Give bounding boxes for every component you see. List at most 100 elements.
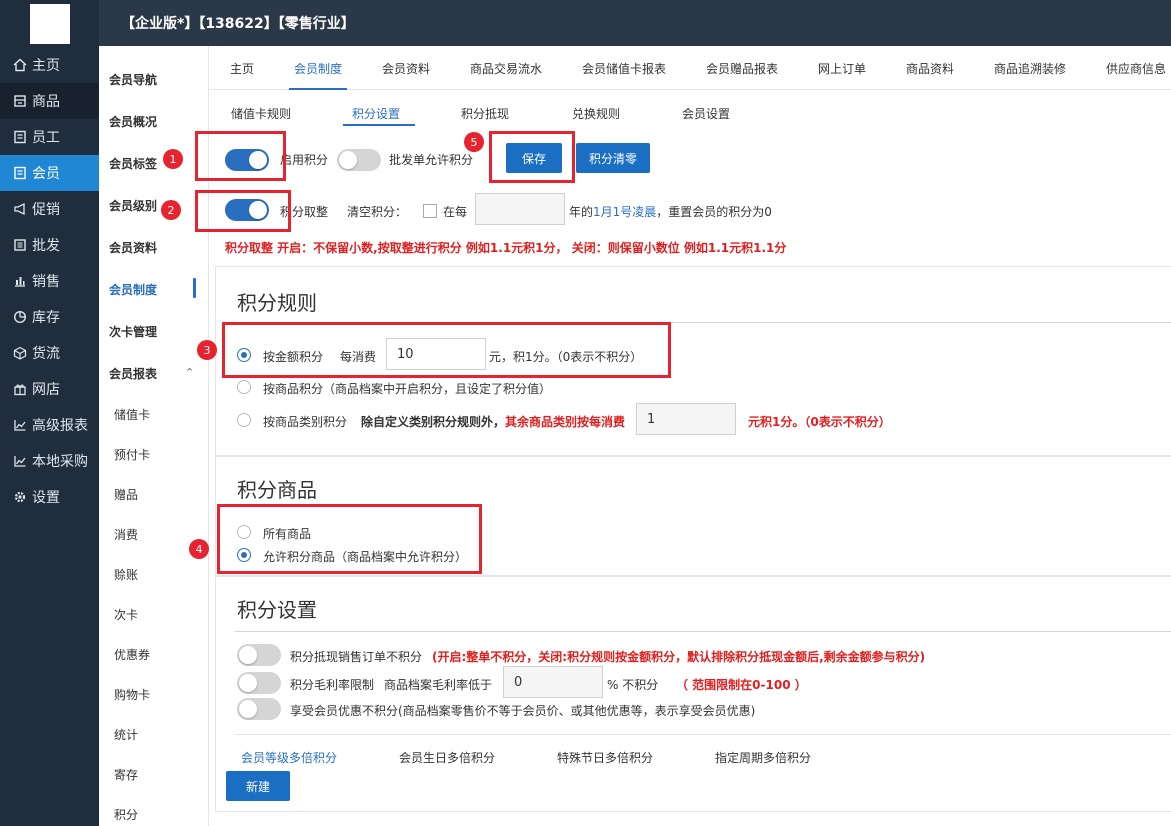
subnav-item-member-reports[interactable]: 会员报表 [109, 365, 157, 382]
tab-supplier-info[interactable]: 供应商信息 [1106, 60, 1166, 77]
tab-member-profile[interactable]: 会员资料 [382, 60, 430, 77]
margin-threshold-input[interactable]: 0 [503, 666, 603, 698]
logo [30, 4, 70, 44]
member-discount-no-points-toggle[interactable] [237, 698, 281, 720]
annotation-box-3 [222, 322, 671, 378]
subnav-item-member-tags[interactable]: 会员标签 [109, 155, 157, 172]
nav-label: 高级报表 [32, 418, 88, 434]
tab-stored-card-rules[interactable]: 储值卡规则 [231, 105, 291, 122]
wholesale-points-toggle[interactable] [337, 149, 381, 171]
report-item-points[interactable]: 积分 [114, 806, 138, 823]
by-goods-radio[interactable] [237, 380, 251, 394]
subnav-item-member-levels[interactable]: 会员级别 [109, 197, 157, 214]
nav-item-home[interactable]: 主页 [0, 47, 99, 83]
active-indicator [193, 278, 196, 298]
margin-limit-toggle[interactable] [237, 672, 281, 694]
report-item-shopping-card[interactable]: 购物卡 [114, 686, 150, 703]
report-item-gifts[interactable]: 赠品 [114, 486, 138, 503]
annotation-badge-3: 3 [197, 340, 217, 360]
gift-icon [12, 381, 28, 397]
tab-birthday-multiplier[interactable]: 会员生日多倍积分 [399, 749, 495, 766]
tab-points-cash[interactable]: 积分抵现 [461, 105, 509, 122]
report-item-punch-card[interactable]: 次卡 [114, 606, 138, 623]
member-discount-label: 享受会员优惠不积分(商品档案零售价不等于会员价、或其他优惠等，表示享受会员优惠) [290, 704, 756, 718]
new-button[interactable]: 新建 [226, 771, 290, 801]
report-item-deposit[interactable]: 寄存 [114, 766, 138, 783]
points-goods-title: 积分商品 [237, 478, 317, 502]
nav-item-promotion[interactable]: 促销 [0, 191, 99, 227]
report-item-consumption[interactable]: 消费 [114, 526, 138, 543]
points-rules-title: 积分规则 [237, 291, 317, 315]
chevron-up-icon[interactable]: ⌃ [185, 366, 194, 379]
points-config-title: 积分设置 [237, 598, 317, 622]
cash-order-no-points-toggle[interactable] [237, 644, 281, 666]
nav-item-inventory[interactable]: 库存 [0, 299, 99, 335]
annotation-badge-1: 1 [163, 149, 183, 169]
nav-label: 本地采购 [32, 454, 88, 470]
home-icon [12, 57, 28, 73]
tab-member-policy[interactable]: 会员制度 [294, 60, 342, 77]
report-item-stored-card[interactable]: 储值卡 [114, 406, 150, 423]
nav-item-member[interactable]: 会员 [0, 155, 99, 191]
tab-home[interactable]: 主页 [230, 60, 254, 77]
clear-points-button[interactable]: 积分清零 [576, 143, 650, 173]
top-bar: 【企业版*】【138622】【零售行业】 [99, 0, 1171, 46]
report-item-statistics[interactable]: 统计 [114, 726, 138, 743]
staff-icon [12, 129, 28, 145]
year-post-text: ，重置会员的积分为0 [656, 205, 772, 219]
by-category-radio[interactable] [237, 413, 251, 427]
tab-stored-card-report[interactable]: 会员储值卡报表 [582, 60, 666, 77]
wholesale-points-label: 批发单允许积分 [389, 153, 474, 167]
nav-item-wholesale[interactable]: 批发 [0, 227, 99, 263]
subnav-item-member-overview[interactable]: 会员概况 [109, 113, 157, 130]
every-label: 在每 [443, 205, 468, 219]
reset-date-link[interactable]: 1月1号凌晨 [593, 205, 656, 219]
clear-points-checkbox[interactable] [423, 204, 437, 218]
tab-member-settings[interactable]: 会员设置 [682, 105, 730, 122]
margin-limit-sub: 商品档案毛利率低于 [384, 678, 493, 692]
tab-holiday-multiplier[interactable]: 特殊节日多倍积分 [557, 749, 653, 766]
nav-item-goods[interactable]: 商品 [0, 83, 99, 119]
nav-item-settings[interactable]: 设置 [0, 479, 99, 515]
nav-item-staff[interactable]: 员工 [0, 119, 99, 155]
subnav-item-member-policy[interactable]: 会员制度 [109, 281, 157, 298]
points-config-section: 积分设置 积分抵现销售订单不积分 (开启:整单不积分，关闭:积分规则按金额积分，… [215, 576, 1171, 812]
nav-item-local-purchase[interactable]: 本地采购 [0, 443, 99, 479]
subnav-item-punch-card[interactable]: 次卡管理 [109, 323, 157, 340]
tab-level-multiplier[interactable]: 会员等级多倍积分 [241, 749, 337, 766]
report-item-prepaid-card[interactable]: 预付卡 [114, 446, 150, 463]
nav-label: 货流 [32, 346, 60, 362]
subnav-item-member-profile[interactable]: 会员资料 [109, 239, 157, 256]
tab-transaction-flow[interactable]: 商品交易流水 [470, 60, 542, 77]
divider [235, 734, 1171, 735]
margin-suffix: % 不积分 [607, 678, 659, 692]
cash-order-no-points-label: 积分抵现销售订单不积分 [290, 650, 423, 664]
cube-icon [12, 345, 28, 361]
nav-label: 会员 [32, 166, 60, 182]
report-item-coupons[interactable]: 优惠券 [114, 646, 150, 663]
tab-gift-report[interactable]: 会员赠品报表 [706, 60, 778, 77]
nav-label: 促销 [32, 202, 60, 218]
year-interval-input[interactable] [475, 193, 565, 225]
nav-item-logistics[interactable]: 货流 [0, 335, 99, 371]
nav-label: 批发 [32, 238, 60, 254]
goods-icon [12, 93, 28, 109]
report-item-credit[interactable]: 赊账 [114, 566, 138, 583]
nav-item-advanced-reports[interactable]: 高级报表 [0, 407, 99, 443]
company-title: 【企业版*】【138622】【零售行业】 [121, 16, 355, 32]
category-amount-input[interactable]: 1 [636, 403, 736, 435]
nav-item-webshop[interactable]: 网店 [0, 371, 99, 407]
year-pre-text: 年的 [569, 205, 594, 219]
tab-points-settings[interactable]: 积分设置 [352, 105, 400, 122]
tab-online-orders[interactable]: 网上订单 [818, 60, 866, 77]
tab-goods-profile[interactable]: 商品资料 [906, 60, 954, 77]
tab-exchange-rules[interactable]: 兑换规则 [572, 105, 620, 122]
tab-goods-trace[interactable]: 商品追溯装修 [994, 60, 1066, 77]
bar-chart-icon [12, 273, 28, 289]
subnav-item-member-nav[interactable]: 会员导航 [109, 71, 157, 88]
annotation-badge-4: 4 [189, 539, 209, 559]
member-icon [12, 165, 28, 181]
nav-item-sales[interactable]: 销售 [0, 263, 99, 299]
tab-period-multiplier[interactable]: 指定周期多倍积分 [715, 749, 811, 766]
annotation-box-2 [195, 190, 291, 232]
